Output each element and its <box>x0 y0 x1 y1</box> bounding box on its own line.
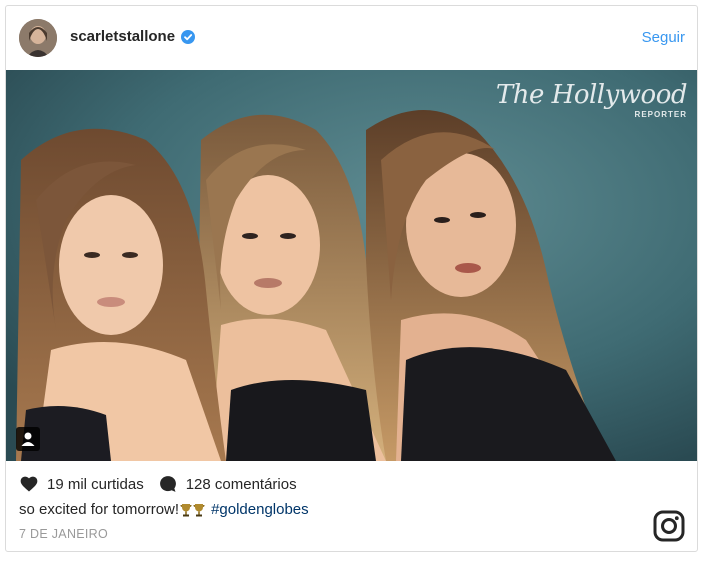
likes-count[interactable]: 19 mil curtidas <box>47 476 144 493</box>
post-actions: 19 mil curtidas 128 comentários <box>19 474 297 494</box>
comments-count[interactable]: 128 comentários <box>186 476 297 493</box>
comment-icon[interactable] <box>158 474 178 494</box>
instagram-post: scarletstallone Seguir The Hollywood REP… <box>5 5 698 552</box>
hashtag-link[interactable]: #goldenglobes <box>211 501 309 518</box>
hollywood-reporter-watermark: The Hollywood <box>495 80 688 110</box>
hollywood-reporter-watermark-sub: REPORTER <box>634 110 687 119</box>
post-header: scarletstallone Seguir <box>6 6 697 69</box>
user-tag-icon[interactable] <box>16 427 40 451</box>
instagram-logo-icon[interactable] <box>653 510 685 542</box>
verified-badge-icon <box>181 29 196 44</box>
post-photo[interactable]: The Hollywood REPORTER <box>6 70 697 461</box>
caption: so excited for tomorrow! #goldenglobes <box>19 501 309 518</box>
heart-icon[interactable] <box>19 474 39 494</box>
trophy-icon <box>193 503 205 517</box>
avatar[interactable] <box>19 19 57 57</box>
post-date[interactable]: 7 DE JANEIRO <box>19 527 108 541</box>
username[interactable]: scarletstallone <box>70 28 175 45</box>
username-group: scarletstallone <box>70 28 196 45</box>
trophy-icon <box>180 503 192 517</box>
caption-text: so excited for tomorrow! <box>19 501 180 518</box>
follow-button[interactable]: Seguir <box>642 29 685 46</box>
